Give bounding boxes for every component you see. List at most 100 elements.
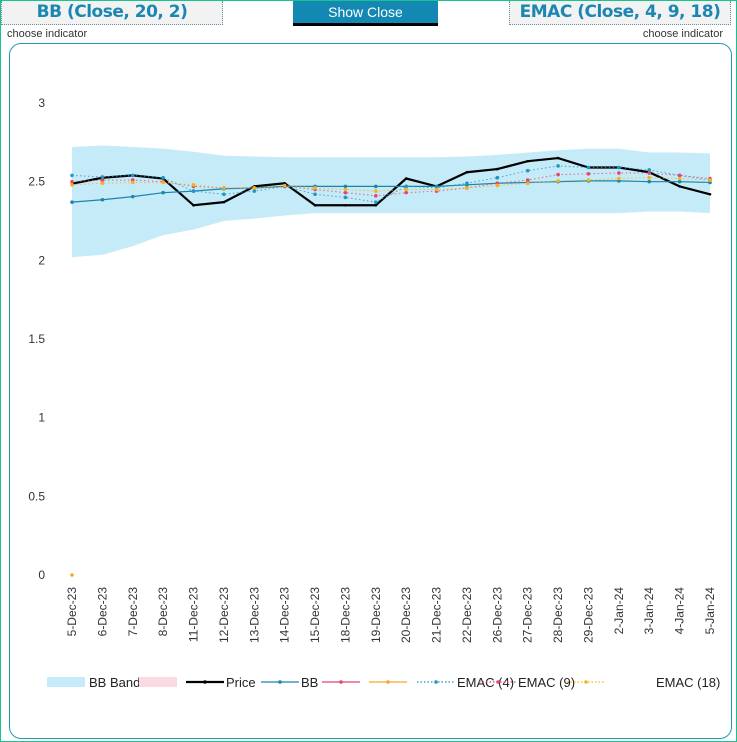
data-point — [192, 203, 195, 207]
data-point — [677, 179, 682, 184]
data-point — [130, 194, 135, 199]
data-point — [617, 176, 621, 181]
data-point — [495, 175, 500, 180]
price-chart: 0 0.5 1 1.5 2 2.5 3 5-Dec-23 6-Dec-23 7-Dec-23 8-D… — [28, 96, 720, 690]
data-point — [161, 180, 165, 185]
data-point — [525, 168, 530, 173]
data-point — [161, 175, 165, 180]
legend-swatch-band-2 — [139, 677, 177, 687]
data-point — [374, 194, 378, 198]
legend-label: EMAC (9) — [518, 675, 575, 690]
data-point — [313, 192, 317, 197]
x-tick-label: 3-Jan-24 — [642, 587, 656, 635]
data-point — [343, 195, 348, 200]
data-point — [677, 176, 682, 181]
x-tick-label: 15-Dec-23 — [308, 587, 322, 643]
data-point — [343, 187, 348, 192]
x-tick-label: 5-Dec-23 — [65, 587, 79, 637]
data-point — [130, 173, 135, 178]
x-tick-label: 19-Dec-23 — [369, 587, 383, 643]
legend-marker — [386, 680, 390, 684]
x-tick-label: 22-Dec-23 — [460, 587, 474, 643]
y-tick-label: 2.5 — [28, 175, 45, 189]
x-tick-label: 6-Dec-23 — [95, 587, 109, 637]
y-tick-label: 2 — [38, 253, 45, 267]
data-point — [343, 190, 348, 195]
data-point — [100, 175, 105, 179]
data-point — [222, 192, 226, 197]
data-point — [313, 186, 317, 190]
data-point — [465, 181, 469, 186]
data-point — [647, 168, 652, 172]
legend-marker — [278, 680, 282, 684]
data-point — [222, 200, 226, 204]
data-point — [191, 183, 196, 187]
data-point — [100, 197, 105, 202]
data-point — [526, 159, 530, 163]
x-tick-label: 27-Dec-23 — [521, 587, 535, 643]
data-point — [313, 203, 317, 207]
data-point — [404, 187, 408, 192]
data-point — [344, 203, 347, 207]
data-point — [586, 172, 591, 176]
legend-label: BB — [301, 675, 318, 690]
data-point — [617, 171, 621, 175]
data-point — [525, 178, 530, 182]
data-point — [678, 185, 681, 188]
x-tick-label: 13-Dec-23 — [247, 587, 261, 643]
data-point — [708, 192, 712, 196]
legend-marker — [584, 680, 588, 684]
data-point — [374, 189, 378, 193]
data-point — [70, 573, 74, 577]
y-tick-label: 0.5 — [28, 489, 45, 503]
x-tick-label: 12-Dec-23 — [217, 587, 231, 643]
data-point — [222, 186, 226, 190]
data-point — [282, 183, 287, 188]
data-point — [70, 173, 74, 178]
data-point — [434, 187, 439, 192]
y-tick-label: 0 — [38, 568, 45, 582]
data-point — [647, 179, 652, 184]
legend-swatch-bb-band — [47, 677, 85, 687]
x-tick-label: 26-Dec-23 — [490, 587, 504, 643]
y-tick-label: 1.5 — [28, 332, 45, 346]
data-point — [586, 178, 591, 182]
data-point — [161, 190, 165, 195]
app-root: BB (Close, 20, 2) Show Close EMAC (Close… — [0, 0, 737, 742]
legend-marker — [203, 680, 207, 684]
y-tick-label: 3 — [38, 96, 45, 110]
data-point — [496, 167, 499, 171]
data-point — [100, 178, 105, 182]
data-point — [404, 184, 408, 189]
y-tick-label: 1 — [38, 411, 45, 425]
data-point — [100, 181, 105, 186]
data-point — [374, 200, 378, 204]
data-point — [130, 180, 135, 185]
data-point — [374, 184, 378, 189]
data-point — [191, 189, 196, 193]
data-point — [70, 179, 74, 184]
data-point — [617, 165, 621, 170]
data-point — [647, 175, 652, 180]
x-tick-label: 18-Dec-23 — [338, 587, 352, 643]
data-point — [708, 178, 712, 182]
x-tick-label: 21-Dec-23 — [430, 587, 444, 643]
data-point — [495, 183, 500, 188]
x-tick-label: 4-Jan-24 — [673, 587, 687, 635]
bb-band-area — [72, 145, 710, 258]
legend-label: EMAC (4) — [457, 675, 514, 690]
x-tick-label: 8-Dec-23 — [156, 587, 170, 637]
data-point — [586, 165, 591, 170]
data-point — [525, 181, 530, 186]
data-point — [252, 189, 257, 193]
data-point — [70, 183, 74, 187]
data-point — [252, 186, 257, 190]
data-point — [556, 164, 560, 168]
data-point — [404, 177, 408, 180]
data-point — [556, 172, 560, 177]
data-point — [647, 171, 652, 175]
data-point — [374, 203, 378, 207]
x-tick-label: 5-Jan-24 — [703, 587, 717, 635]
legend-label: EMAC (18) — [656, 675, 720, 690]
data-point — [343, 184, 348, 189]
